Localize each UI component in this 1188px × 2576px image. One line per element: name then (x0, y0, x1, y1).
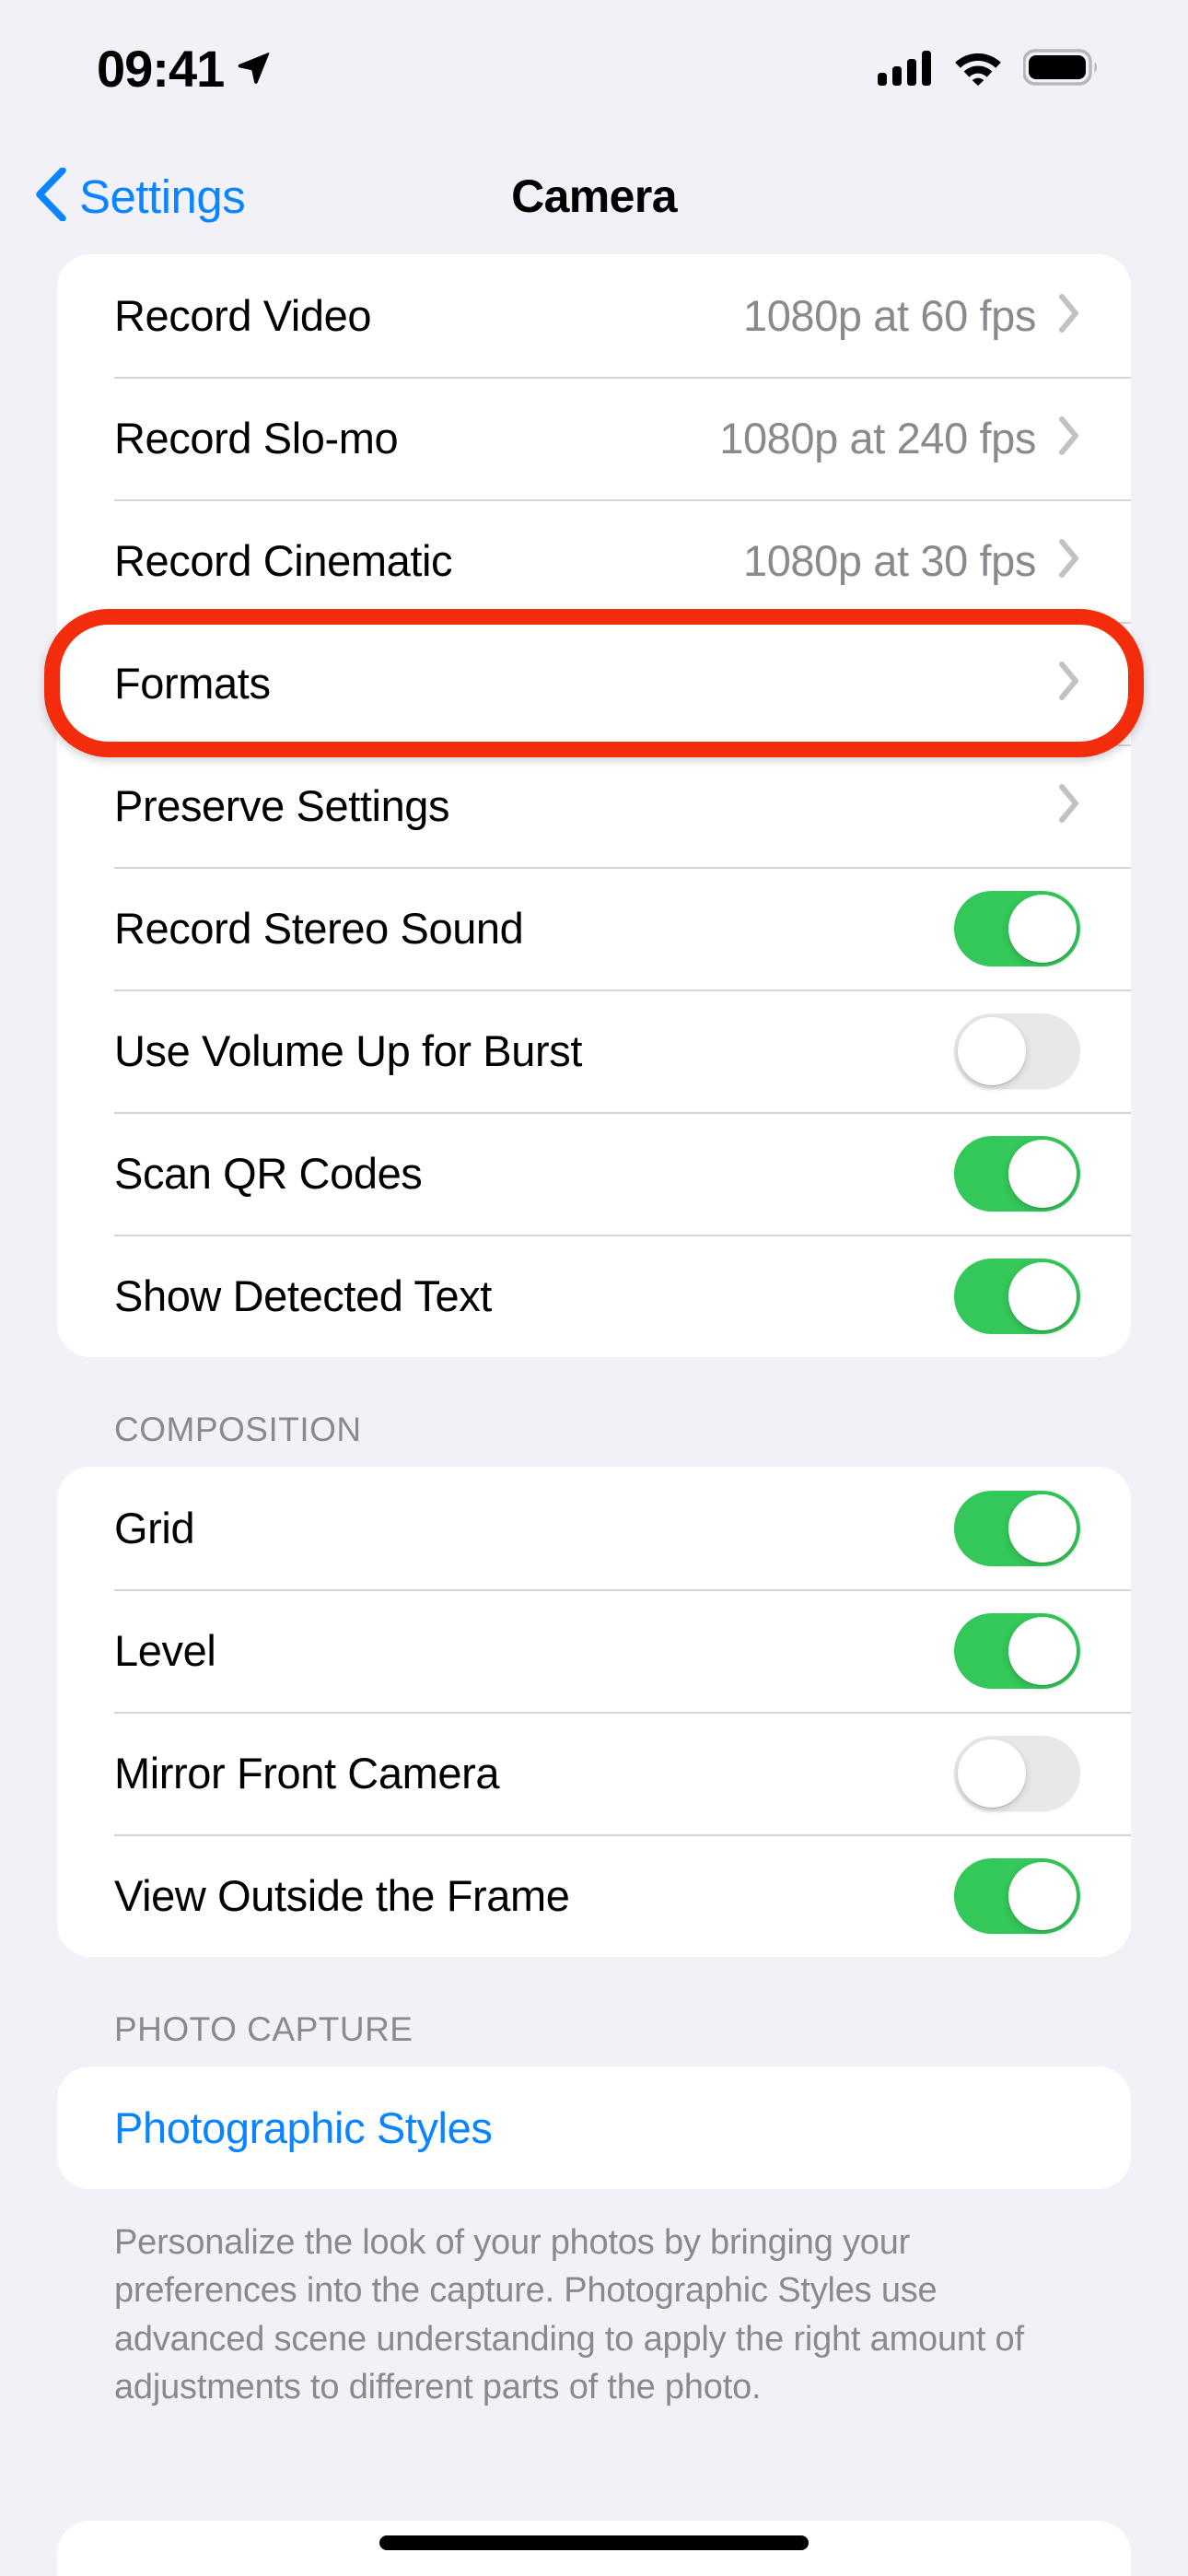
row-mirror-front-camera[interactable]: Mirror Front Camera (57, 1712, 1131, 1834)
row-label: Mirror Front Camera (114, 1749, 500, 1797)
row-label: Record Stereo Sound (114, 904, 524, 953)
toggle-grid[interactable] (954, 1490, 1080, 1566)
chevron-right-icon (1058, 662, 1080, 705)
row-value: 1080p at 60 fps (742, 291, 1036, 340)
row-photographic-styles[interactable]: Photographic Styles (57, 2067, 1131, 2189)
chevron-right-icon (1058, 539, 1080, 582)
row-value: 1080p at 30 fps (742, 536, 1036, 585)
cellular-signal-icon (878, 49, 933, 90)
row-label: View Outside the Frame (114, 1871, 570, 1920)
row-show-detected-text[interactable]: Show Detected Text (57, 1235, 1131, 1357)
footer-note-photographic-styles: Personalize the look of your photos by b… (114, 2223, 1024, 2407)
row-label: Show Detected Text (114, 1271, 492, 1320)
section-header-composition: COMPOSITION (114, 1411, 362, 1448)
toggle-use-volume-up-for-burst[interactable] (954, 1013, 1080, 1089)
row-label: Record Slo-mo (114, 414, 399, 463)
row-label: Level (114, 1626, 216, 1675)
row-formats[interactable]: Formats (57, 622, 1131, 744)
row-label: Grid (114, 1504, 195, 1552)
row-record-video[interactable]: Record Video 1080p at 60 fps (57, 254, 1131, 377)
toggle-record-stereo-sound[interactable] (954, 890, 1080, 966)
row-level[interactable]: Level (57, 1589, 1131, 1712)
toggle-view-outside-the-frame[interactable] (954, 1857, 1080, 1934)
toggle-knob (1008, 1261, 1077, 1330)
toggle-knob (1008, 894, 1077, 963)
toggle-mirror-front-camera[interactable] (954, 1735, 1080, 1811)
status-bar-right (878, 48, 1101, 90)
status-bar-time: 09:41 (97, 40, 225, 98)
row-label: Formats (114, 659, 271, 708)
toggle-show-detected-text[interactable] (954, 1258, 1080, 1334)
settings-list: Record Video 1080p at 60 fps Record Slo-… (0, 254, 1188, 2412)
toggle-knob (958, 1016, 1026, 1085)
settings-group-video: Record Video 1080p at 60 fps Record Slo-… (57, 254, 1131, 1357)
toggle-knob (1008, 1861, 1077, 1930)
row-label: Preserve Settings (114, 781, 450, 830)
status-bar-left: 09:41 (97, 43, 272, 95)
row-label: Use Volume Up for Burst (114, 1026, 583, 1075)
row-view-outside-the-frame[interactable]: View Outside the Frame (57, 1834, 1131, 1957)
location-arrow-icon (235, 49, 272, 90)
row-label: Record Video (114, 291, 372, 340)
row-use-volume-up-for-burst[interactable]: Use Volume Up for Burst (57, 989, 1131, 1112)
chevron-left-icon (35, 166, 66, 226)
status-bar: 09:41 (0, 0, 1188, 138)
row-scan-qr-codes[interactable]: Scan QR Codes (57, 1112, 1131, 1235)
home-indicator[interactable] (379, 2535, 809, 2550)
section-header-photo-capture: PHOTO CAPTURE (114, 2010, 413, 2048)
row-label: Photographic Styles (114, 2103, 493, 2152)
toggle-scan-qr-codes[interactable] (954, 1135, 1080, 1212)
row-record-cinematic[interactable]: Record Cinematic 1080p at 30 fps (57, 499, 1131, 622)
back-button[interactable]: Settings (35, 166, 246, 226)
row-value: 1080p at 240 fps (719, 414, 1036, 463)
toggle-knob (1008, 1493, 1077, 1563)
row-label: Scan QR Codes (114, 1149, 423, 1198)
row-preserve-settings[interactable]: Preserve Settings (57, 744, 1131, 867)
chevron-right-icon (1058, 784, 1080, 827)
row-label: Record Cinematic (114, 536, 453, 585)
back-button-label: Settings (79, 170, 246, 223)
wifi-icon (953, 49, 1003, 90)
row-grid[interactable]: Grid (57, 1467, 1131, 1589)
battery-full-icon (1022, 48, 1101, 90)
toggle-knob (1008, 1616, 1077, 1685)
toggle-level[interactable] (954, 1612, 1080, 1689)
toggle-knob (958, 1739, 1026, 1808)
row-record-stereo-sound[interactable]: Record Stereo Sound (57, 867, 1131, 989)
chevron-right-icon (1058, 416, 1080, 460)
chevron-right-icon (1058, 294, 1080, 337)
row-record-slo-mo[interactable]: Record Slo-mo 1080p at 240 fps (57, 377, 1131, 499)
navigation-bar: Settings Camera (0, 138, 1188, 254)
settings-group-composition: Grid Level Mirror Front Camera View Outs… (57, 1467, 1131, 1957)
toggle-knob (1008, 1139, 1077, 1208)
settings-group-photo-capture: Photographic Styles (57, 2067, 1131, 2189)
